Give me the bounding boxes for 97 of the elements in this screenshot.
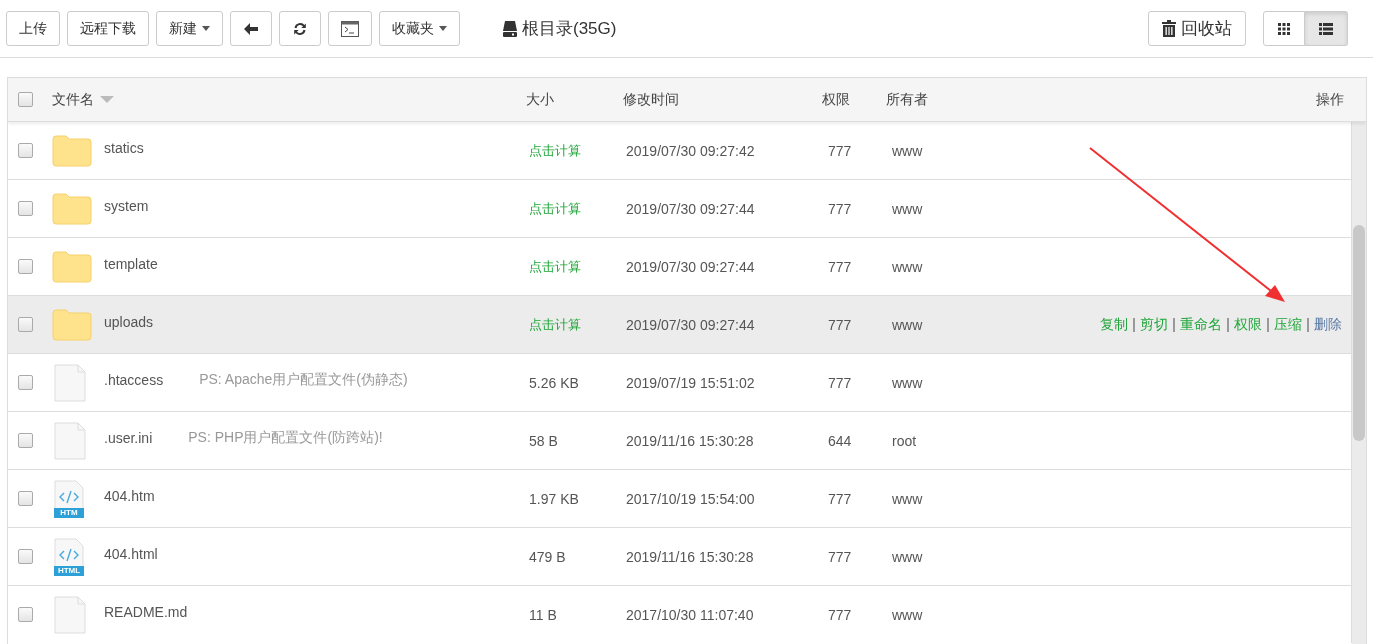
owner: root bbox=[891, 432, 918, 449]
sort-caret-icon bbox=[100, 96, 114, 103]
file-name[interactable]: README.md bbox=[104, 603, 188, 620]
html-file-icon: HTM bbox=[54, 479, 84, 518]
owner: www bbox=[891, 316, 924, 333]
row-checkbox[interactable] bbox=[18, 143, 33, 158]
delete-link[interactable]: 删除 bbox=[1314, 315, 1342, 334]
permission: 777 bbox=[827, 200, 853, 217]
current-path: 根目录(35G) bbox=[522, 18, 617, 40]
recycle-bin-button[interactable]: 回收站 bbox=[1148, 11, 1246, 46]
modified-time: 2017/10/19 15:54:00 bbox=[626, 490, 756, 507]
permission: 777 bbox=[827, 374, 853, 391]
column-header: 操作 bbox=[1316, 90, 1345, 109]
dropdown-button[interactable]: 新建 bbox=[156, 11, 223, 46]
list-icon bbox=[1319, 22, 1333, 35]
html-file-icon: HTML bbox=[54, 537, 84, 576]
modified-time: 2019/07/19 15:51:02 bbox=[626, 374, 756, 391]
modified-time: 2019/07/30 09:27:42 bbox=[626, 142, 756, 159]
file-row[interactable]: statics 点击计算 2019/07/30 09:27:42 777 www bbox=[8, 122, 1351, 180]
toolbar-button[interactable]: 上传 bbox=[6, 11, 60, 46]
file-row[interactable]: system 点击计算 2019/07/30 09:27:44 777 www bbox=[8, 180, 1351, 238]
owner: www bbox=[891, 490, 924, 507]
owner: www bbox=[891, 142, 924, 159]
file-name[interactable]: system bbox=[104, 197, 149, 214]
drive-icon bbox=[503, 20, 517, 37]
file-note: PS: Apache用户配置文件(伪静态) bbox=[199, 370, 408, 389]
file-size: 11 B bbox=[529, 606, 558, 623]
folder-icon bbox=[52, 308, 92, 341]
row-checkbox[interactable] bbox=[18, 433, 33, 448]
owner: www bbox=[891, 200, 924, 217]
permission: 777 bbox=[827, 142, 853, 159]
owner: www bbox=[891, 374, 924, 391]
row-checkbox[interactable] bbox=[18, 375, 33, 390]
row-checkbox[interactable] bbox=[18, 491, 33, 506]
row-checkbox[interactable] bbox=[18, 259, 33, 274]
file-row[interactable]: HTML 404.html 479 B 2019/11/16 15:30:28 777 www bbox=[8, 528, 1351, 586]
owner: www bbox=[891, 606, 924, 623]
row-checkbox[interactable] bbox=[18, 607, 33, 622]
scrollbar[interactable] bbox=[1352, 122, 1366, 644]
folder-icon bbox=[52, 192, 92, 225]
dropdown-button[interactable]: 收藏夹 bbox=[379, 11, 460, 46]
permission: 777 bbox=[827, 258, 853, 275]
trash-icon bbox=[1162, 20, 1176, 37]
modified-time: 2019/11/16 15:30:28 bbox=[626, 548, 755, 565]
file-name[interactable]: 404.htm bbox=[104, 487, 155, 504]
column-header[interactable]: 所有者 bbox=[886, 90, 956, 109]
permission: 777 bbox=[827, 548, 853, 565]
permission: 777 bbox=[827, 490, 853, 507]
file-note: PS: PHP用户配置文件(防跨站)! bbox=[188, 428, 383, 447]
grid-icon bbox=[1278, 22, 1290, 35]
file-name[interactable]: uploads bbox=[104, 313, 154, 330]
row-checkbox[interactable] bbox=[18, 549, 33, 564]
file-icon bbox=[54, 595, 86, 634]
toolbar-button[interactable]: 远程下载 bbox=[67, 11, 149, 46]
file-name[interactable]: .user.ini bbox=[104, 429, 153, 446]
file-size: 1.97 KB bbox=[529, 490, 580, 507]
permission: 777 bbox=[827, 606, 853, 623]
file-size: 5.26 KB bbox=[529, 374, 580, 391]
file-row[interactable]: HTM 404.htm 1.97 KB 2017/10/19 15:54:00 777 www bbox=[8, 470, 1351, 528]
file-name[interactable]: template bbox=[104, 255, 158, 272]
refresh-button[interactable] bbox=[279, 11, 321, 46]
permission: 777 bbox=[827, 316, 853, 333]
caret-icon bbox=[202, 26, 210, 31]
modified-time: 2019/11/16 15:30:28 bbox=[626, 432, 755, 449]
terminal-icon bbox=[341, 20, 359, 37]
select-all-checkbox[interactable] bbox=[18, 92, 33, 107]
terminal-button[interactable] bbox=[328, 11, 372, 46]
file-row[interactable]: README.md 11 B 2017/10/30 11:07:40 777 www bbox=[8, 586, 1351, 643]
caret-icon bbox=[439, 26, 447, 31]
modified-time: 2019/07/30 09:27:44 bbox=[626, 200, 756, 217]
owner: www bbox=[891, 258, 924, 275]
modified-time: 2017/10/30 11:07:40 bbox=[626, 606, 755, 623]
permission: 644 bbox=[827, 432, 853, 449]
file-row[interactable]: .user.ini PS: PHP用户配置文件(防跨站)! 58 B 2019/11/16 15:30:28 644 root bbox=[8, 412, 1351, 470]
column-header[interactable]: 权限 bbox=[822, 90, 850, 109]
modified-time: 2019/07/30 09:27:44 bbox=[626, 316, 756, 333]
folder-icon bbox=[52, 250, 92, 283]
modified-time: 2019/07/30 09:27:44 bbox=[626, 258, 756, 275]
file-name[interactable]: .htaccess bbox=[104, 371, 164, 388]
grid-view-button[interactable] bbox=[1263, 11, 1305, 46]
column-header[interactable]: 文件名 bbox=[52, 90, 94, 109]
file-name[interactable]: statics bbox=[104, 139, 144, 156]
back-arrow-icon bbox=[244, 22, 258, 35]
file-size: 479 B bbox=[529, 548, 567, 565]
back-button[interactable] bbox=[230, 11, 272, 46]
row-checkbox[interactable] bbox=[18, 317, 33, 332]
row-checkbox[interactable] bbox=[18, 201, 33, 216]
list-view-button[interactable] bbox=[1305, 11, 1348, 46]
file-row[interactable]: .htaccess PS: Apache用户配置文件(伪静态) 5.26 KB 2019/07/19 15:51:02 777 www bbox=[8, 354, 1351, 412]
file-name[interactable]: 404.html bbox=[104, 545, 158, 562]
folder-icon bbox=[52, 134, 92, 167]
file-row[interactable]: uploads 点击计算 2019/07/30 09:27:44 777 www 复制 剪切 重命名 权限 压缩 删除 bbox=[8, 296, 1351, 354]
file-icon bbox=[54, 421, 86, 460]
refresh-icon bbox=[293, 21, 307, 36]
file-size: 58 B bbox=[529, 432, 559, 449]
file-icon bbox=[54, 363, 86, 402]
owner: www bbox=[891, 548, 924, 565]
